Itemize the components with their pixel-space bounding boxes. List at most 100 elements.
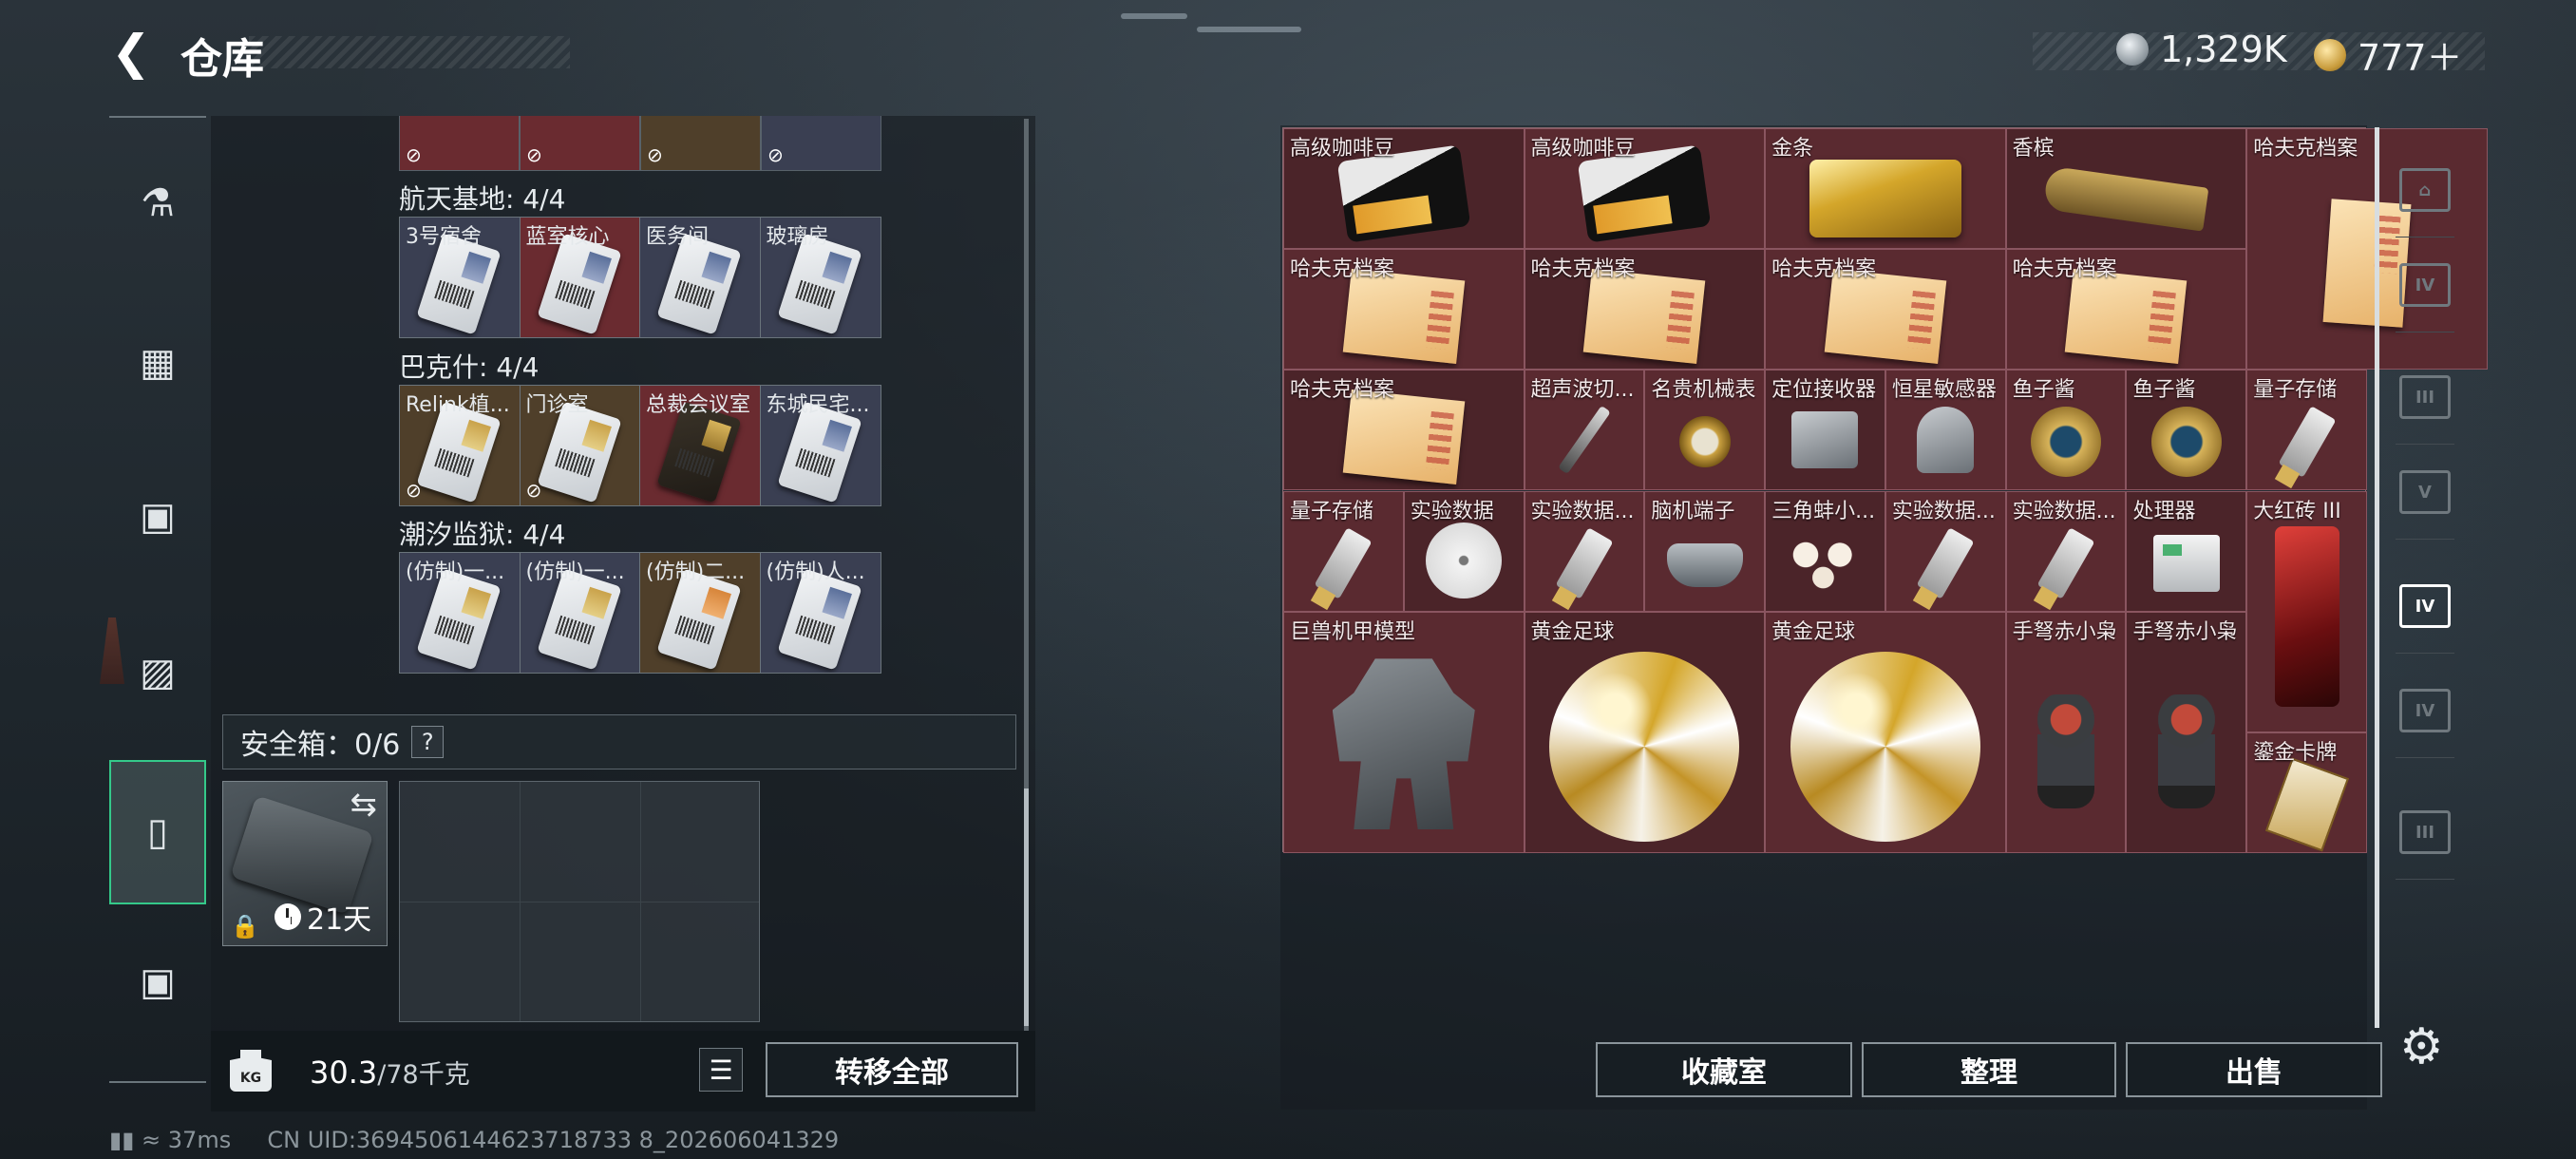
stash-tab-4-icon[interactable]: V — [2386, 445, 2464, 540]
item-name: 名贵机械表 — [1651, 378, 1756, 403]
stash-item[interactable]: 处理器 — [2126, 490, 2247, 612]
stash-item[interactable]: 超声波切... — [1524, 370, 1645, 491]
usb-icon — [1314, 526, 1373, 599]
toolbox-icon[interactable]: ▣ — [109, 935, 206, 1030]
stash-item[interactable]: 恒星敏感器 — [1885, 370, 2006, 491]
stash-tab-7-icon[interactable]: III — [2386, 785, 2464, 880]
keycard-label: 玻璃房 — [766, 225, 829, 249]
stash-item[interactable]: 定位接收器 — [1765, 370, 1885, 491]
keycard-slot[interactable]: 东城民宅... — [760, 386, 881, 505]
stash-item[interactable]: 鱼子酱 — [2126, 370, 2247, 491]
stash-item[interactable]: 实验数据... — [2005, 490, 2127, 612]
stash-tab-5-icon[interactable]: IV — [2386, 559, 2464, 654]
keycard-slot[interactable]: (仿制)人... — [760, 553, 881, 673]
keycard-slot[interactable]: 玻璃房 — [760, 218, 881, 337]
stash-item[interactable]: 哈夫克档案 — [2005, 249, 2247, 370]
unavailable-icon: ⊘ — [525, 479, 542, 502]
stash-item[interactable]: 名贵机械表 — [1644, 370, 1766, 491]
safebox-slots[interactable] — [399, 781, 760, 1022]
unavailable-icon: ⊘ — [406, 479, 422, 502]
stash-item[interactable]: 鱼子酱 — [2005, 370, 2127, 491]
item-name: 量子存储 — [1290, 499, 1374, 523]
item-name: 恒星敏感器 — [1891, 378, 1997, 403]
sell-button[interactable]: 出售 — [2126, 1042, 2382, 1097]
device-icon — [1791, 410, 1859, 468]
folder-icon — [1824, 269, 1947, 365]
base-icon[interactable]: ⌂ — [2386, 142, 2464, 238]
safe-case-slot[interactable]: ⇆ 🔒 21天 — [222, 781, 388, 946]
stash-item[interactable]: 香槟 — [2005, 128, 2247, 250]
stash-item[interactable]: 黄金足球 — [1765, 611, 2006, 853]
stash-item[interactable]: 实验数据... — [1524, 490, 1645, 612]
item-name: 处理器 — [2132, 499, 2196, 523]
stash-item[interactable]: 实验数据... — [1885, 490, 2006, 612]
stash-tab-3-icon[interactable]: III — [2386, 350, 2464, 445]
keycard-label: (仿制)一... — [525, 560, 625, 584]
ball-icon — [1790, 651, 1980, 842]
stash-item[interactable]: 手弩赤小枭 — [2126, 611, 2247, 853]
keycard-slot[interactable]: 医务间 — [640, 218, 761, 337]
keycard-row: (仿制)一... (仿制)一... (仿制)二... (仿制)人... — [399, 552, 881, 674]
keycard-slot[interactable]: (仿制)二... — [640, 553, 761, 673]
stash-item[interactable]: 量子存储 — [1283, 490, 1404, 612]
rig-icon[interactable]: ▨ — [109, 625, 206, 720]
stash-item[interactable]: 鎏金卡牌 — [2246, 732, 2367, 853]
keycard-slot[interactable]: 3号宿舍 — [400, 218, 521, 337]
keycard-label: Relink植... — [406, 393, 510, 417]
keycard-label: 门诊室 — [525, 393, 589, 417]
stash-tab-2-icon[interactable]: IV — [2386, 238, 2464, 332]
gun-icon[interactable]: ⚗ — [109, 156, 206, 251]
keycard-row: 3号宿舍 蓝室核心 医务间 玻璃房 — [399, 217, 881, 338]
stash-item[interactable]: 高级咖啡豆 — [1283, 128, 1525, 250]
drone-icon — [1666, 543, 1743, 588]
back-arrow-icon[interactable]: ❮ — [106, 25, 156, 80]
keycard-label: (仿制)二... — [646, 560, 746, 584]
stash-item[interactable]: 黄金足球 — [1524, 611, 1766, 853]
help-button[interactable]: ? — [411, 726, 445, 758]
keycard-slot[interactable]: Relink植... ⊘ — [400, 386, 521, 505]
armor-icon[interactable]: ▦ — [109, 315, 206, 410]
gold-currency[interactable]: 777＋ — [2314, 28, 2463, 81]
right-scrollbar[interactable] — [2375, 127, 2379, 1028]
keycard-slot[interactable]: (仿制)一... — [400, 553, 521, 673]
stash-tab-6-icon[interactable]: IV — [2386, 663, 2464, 758]
sort-button[interactable]: 整理 — [1862, 1042, 2116, 1097]
stash-item[interactable]: 哈夫克档案 — [1524, 249, 1766, 370]
safe-case-icon[interactable]: ▯ — [109, 760, 206, 904]
keycard-slot[interactable]: 门诊室 ⊘ — [520, 386, 640, 505]
caviar-icon — [2150, 407, 2222, 478]
item-name: 哈夫克档案 — [1290, 257, 1395, 282]
keycard-slot[interactable]: 总裁会议室 — [640, 386, 761, 505]
stash-item[interactable]: 金条 — [1765, 128, 2006, 250]
item-name: 哈夫克档案 — [2012, 257, 2117, 282]
keycard-slot[interactable]: (仿制)一... — [520, 553, 640, 673]
stash-item[interactable]: 手弩赤小枭 — [2005, 611, 2127, 853]
stash-item[interactable]: 巨兽机甲模型 — [1283, 611, 1525, 853]
doll-icon — [2157, 694, 2215, 808]
settings-gear-icon[interactable]: ⚙ — [2399, 1018, 2444, 1075]
backpack-icon[interactable]: ▣ — [109, 469, 206, 564]
left-scroll-thumb[interactable] — [1024, 788, 1029, 1026]
tab-glyph: IV — [2399, 584, 2451, 628]
keycard-slot[interactable]: 蓝室核心 — [520, 218, 640, 337]
transfer-all-button[interactable]: 转移全部 — [766, 1042, 1018, 1097]
stash-item[interactable]: 哈夫克档案 — [1283, 249, 1525, 370]
item-name: 哈夫克档案 — [1771, 257, 1877, 282]
item-name: 实验数据... — [1891, 499, 1996, 523]
clock-icon — [275, 903, 301, 930]
stash-item[interactable]: 高级咖啡豆 — [1524, 128, 1766, 250]
stash-item[interactable]: 大红砖 III — [2246, 490, 2367, 732]
stash-item[interactable]: 脑机端子 — [1644, 490, 1766, 612]
item-name: 哈夫克档案 — [1530, 257, 1636, 282]
stash-item[interactable]: 哈夫克档案 — [1283, 370, 1525, 491]
item-name: 手弩赤小枭 — [2132, 619, 2238, 644]
swap-icon[interactable]: ⇆ — [350, 786, 378, 824]
stash-tabs: ⌂ IV III V IV IV III — [2386, 142, 2464, 1036]
stash-item[interactable]: 哈夫克档案 — [1765, 249, 2006, 370]
collection-room-button[interactable]: 收藏室 — [1596, 1042, 1852, 1097]
stash-item[interactable]: 量子存储 — [2246, 370, 2367, 491]
stash-item[interactable]: 实验数据 — [1403, 490, 1525, 612]
list-view-icon[interactable]: ☰ — [699, 1048, 743, 1092]
usb-icon — [1555, 526, 1614, 599]
stash-item[interactable]: 三角蚌小... — [1765, 490, 1885, 612]
